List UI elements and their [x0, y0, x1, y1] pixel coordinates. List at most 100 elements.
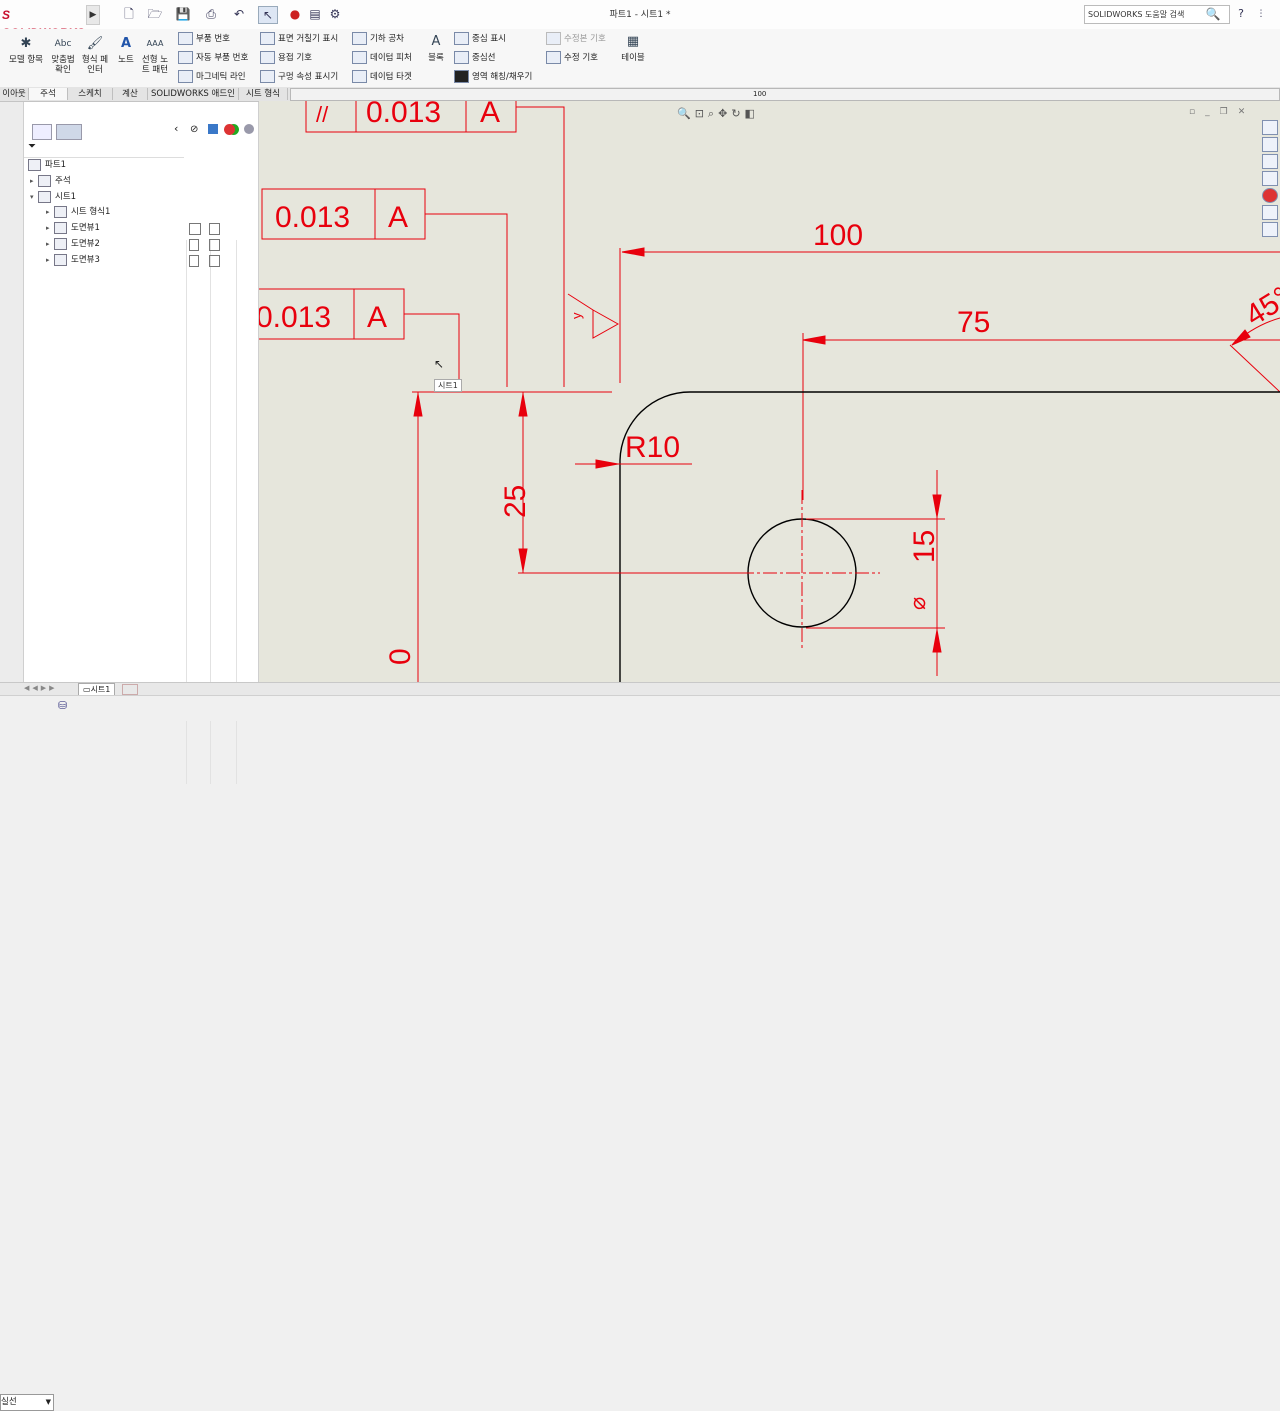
- expand-icon[interactable]: ▸: [46, 237, 54, 251]
- collapse-icon[interactable]: ▾: [30, 190, 38, 204]
- view-state-icon[interactable]: [189, 239, 199, 251]
- zoom-area-icon[interactable]: ⊡: [695, 107, 708, 120]
- revision-symbol-button[interactable]: 수정본 기호: [546, 32, 606, 45]
- tab-evaluate[interactable]: 계산: [113, 88, 148, 100]
- minimize-icon[interactable]: _: [1205, 107, 1220, 117]
- drawing-sheet[interactable]: // 0.013 A 0.013 A 0.013 A y 100 75 45° …: [259, 101, 1280, 683]
- hide-show-icon[interactable]: ⊘: [190, 124, 198, 135]
- view-state-icon[interactable]: [189, 255, 199, 267]
- tab-sheet-format[interactable]: 시트 형식: [239, 88, 288, 100]
- dimension-text-75: 75: [957, 306, 990, 339]
- table-button[interactable]: ▦ 테이블: [618, 33, 648, 63]
- format-painter-icon: 🖌: [86, 36, 104, 51]
- datum-feature-button[interactable]: 데이텀 피처: [352, 51, 412, 64]
- window-controls[interactable]: ▫_❐✕: [1189, 107, 1255, 117]
- more-options-icon[interactable]: ⋮: [1252, 6, 1270, 22]
- forum-icon[interactable]: [1262, 222, 1278, 237]
- display-cube-icon[interactable]: [208, 124, 218, 134]
- area-hatch-button[interactable]: 영역 해칭/채우기: [454, 70, 532, 83]
- datum-target-button[interactable]: 데이텀 타겟: [352, 70, 412, 83]
- feature-manager-tab-icon[interactable]: [32, 124, 52, 140]
- zoom-selection-icon[interactable]: ⌕: [708, 107, 718, 120]
- open-folder-icon[interactable]: 🗁: [146, 6, 164, 22]
- expand-icon[interactable]: ▸: [30, 174, 38, 188]
- search-icon[interactable]: 🔍: [1204, 6, 1222, 22]
- tab-annotation[interactable]: 주석: [29, 88, 68, 100]
- surface-finish-button[interactable]: 표면 거칠기 표시: [260, 32, 338, 45]
- collapse-arrow-icon[interactable]: ‹: [174, 122, 178, 135]
- ruler-label: 100: [753, 90, 767, 98]
- rotate-icon[interactable]: ↻: [731, 107, 744, 120]
- tree-item-view1[interactable]: ▸ 도면뷰1: [46, 221, 100, 235]
- options-gear-icon[interactable]: ⚙: [326, 6, 344, 22]
- layer-select-value: 실선: [1, 1397, 17, 1407]
- weld-symbol-button[interactable]: 용접 기호: [260, 51, 312, 64]
- undo-icon[interactable]: ↶: [230, 6, 248, 22]
- save-icon[interactable]: 💾: [174, 6, 192, 22]
- zoom-to-fit-icon[interactable]: 🔍: [677, 107, 695, 120]
- linear-note-pattern-button[interactable]: AAA 선형 노트 패턴: [140, 35, 170, 75]
- note-button[interactable]: A 노트: [114, 35, 138, 65]
- graphics-area[interactable]: // 0.013 A 0.013 A 0.013 A y 100 75 45° …: [259, 101, 1280, 683]
- view-palette-icon[interactable]: [1262, 171, 1278, 186]
- expand-icon[interactable]: ▸: [46, 205, 54, 219]
- magnetic-line-button[interactable]: 마그네틱 라인: [178, 70, 246, 83]
- balloon-button[interactable]: 부품 번호: [178, 32, 230, 45]
- tree-item-sheet1[interactable]: ▾ 시트1: [30, 190, 76, 204]
- view-cube-icon[interactable]: [209, 239, 220, 251]
- tree-item-sheet-format[interactable]: ▸ 시트 형식1: [46, 205, 110, 219]
- center-mark-button[interactable]: 중심 표시: [454, 32, 506, 45]
- tree-item-annotations[interactable]: ▸ 주석: [30, 174, 71, 188]
- traffic-light-icon[interactable]: ●: [286, 6, 304, 22]
- model-items-button[interactable]: ✱ 모델 항목: [8, 35, 44, 65]
- maximize-icon[interactable]: ❐: [1220, 107, 1238, 117]
- add-sheet-icon[interactable]: [122, 684, 138, 695]
- tab-layout[interactable]: 이아웃: [0, 88, 29, 100]
- tab-solidworks-addins[interactable]: SOLIDWORKS 애드인: [148, 88, 239, 100]
- file-explorer-icon[interactable]: [1262, 154, 1278, 169]
- expand-icon[interactable]: ▸: [46, 221, 54, 235]
- spell-check-button[interactable]: Abc 맞춤법 확인: [48, 35, 78, 75]
- format-painter-button[interactable]: 🖌 형식 페인터: [80, 35, 110, 75]
- tree-item-view2[interactable]: ▸ 도면뷰2: [46, 237, 100, 251]
- block-button[interactable]: A 블록: [424, 33, 448, 63]
- close-icon[interactable]: ✕: [1238, 107, 1256, 117]
- left-pane-strip[interactable]: [0, 102, 24, 682]
- tree-root[interactable]: 파트1: [28, 158, 66, 172]
- area-hatch-icon: [454, 70, 469, 83]
- appearance-icon[interactable]: [224, 124, 235, 135]
- solidworks-logo[interactable]: S SOLIDWORKS: [0, 6, 88, 40]
- view-cube-icon[interactable]: [209, 255, 220, 267]
- select-cursor-icon[interactable]: ↖: [258, 6, 278, 24]
- restore-icon[interactable]: ▫: [1189, 107, 1205, 117]
- heads-up-view-toolbar[interactable]: 🔍⊡⌕✥↻◧: [677, 107, 857, 121]
- home-icon[interactable]: [1262, 120, 1278, 135]
- revision-cloud-button[interactable]: 수정 기호: [546, 51, 598, 64]
- tolerance-value: 0.013: [259, 301, 331, 334]
- filter-bar[interactable]: ⏷: [24, 141, 184, 158]
- view-cube-icon[interactable]: [209, 223, 220, 235]
- property-manager-tab-icon[interactable]: [56, 124, 82, 140]
- print-icon[interactable]: ⎙: [202, 6, 220, 22]
- hole-callout-button[interactable]: 구멍 속성 표시기: [260, 70, 338, 83]
- expand-icon[interactable]: ▸: [46, 253, 54, 267]
- geometric-tolerance-button[interactable]: 기하 공차: [352, 32, 404, 45]
- centerline-button[interactable]: 중심선: [454, 51, 495, 64]
- pan-icon[interactable]: ✥: [718, 107, 731, 120]
- auto-balloon-button[interactable]: 자동 부품 번호: [178, 51, 248, 64]
- tab-sketch[interactable]: 스케치: [68, 88, 113, 100]
- custom-properties-icon[interactable]: [1262, 205, 1278, 220]
- help-button[interactable]: ?: [1232, 6, 1250, 22]
- layer-select[interactable]: 실선 ▼: [0, 1394, 54, 1411]
- scene-icon[interactable]: [244, 124, 254, 134]
- tree-item-view3[interactable]: ▸ 도면뷰3: [46, 253, 100, 267]
- display-style-icon[interactable]: ◧: [745, 107, 759, 120]
- resources-icon[interactable]: [1262, 137, 1278, 152]
- new-document-icon[interactable]: 🗋: [120, 6, 138, 22]
- layer-properties-icon[interactable]: ⛁: [58, 699, 67, 712]
- appearances-icon[interactable]: [1262, 188, 1278, 203]
- view-state-icon[interactable]: [189, 223, 201, 235]
- sheet-nav-arrows-icon[interactable]: ◀◀▶▶: [24, 684, 58, 692]
- file-properties-icon[interactable]: ▤: [306, 6, 324, 22]
- menu-expand-icon[interactable]: ▶: [86, 5, 100, 25]
